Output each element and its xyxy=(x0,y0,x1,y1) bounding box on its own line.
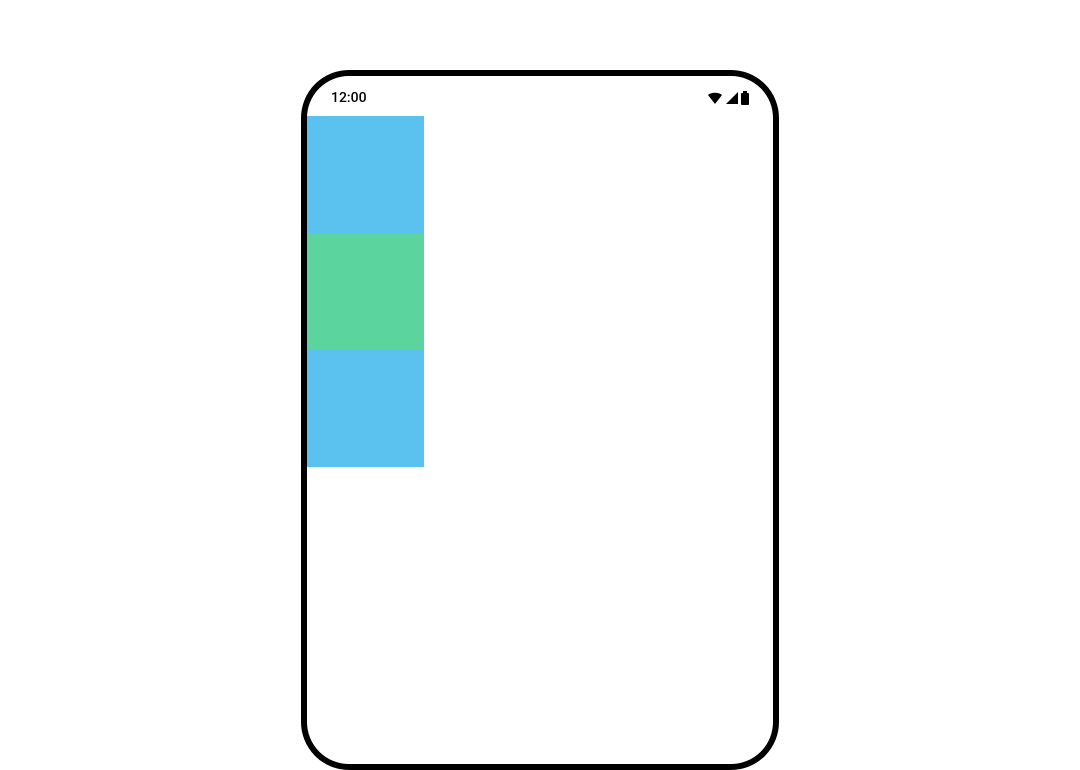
box-top xyxy=(307,116,424,233)
box-column xyxy=(307,116,424,467)
box-bottom xyxy=(307,350,424,467)
status-time: 12:00 xyxy=(331,90,367,106)
phone-frame: 12:00 xyxy=(301,70,779,770)
wifi-icon xyxy=(707,91,723,105)
status-icons xyxy=(707,91,749,105)
battery-icon xyxy=(741,91,749,105)
status-bar: 12:00 xyxy=(307,76,773,116)
box-middle xyxy=(307,233,424,350)
signal-icon xyxy=(725,91,739,105)
content-area xyxy=(307,116,773,467)
